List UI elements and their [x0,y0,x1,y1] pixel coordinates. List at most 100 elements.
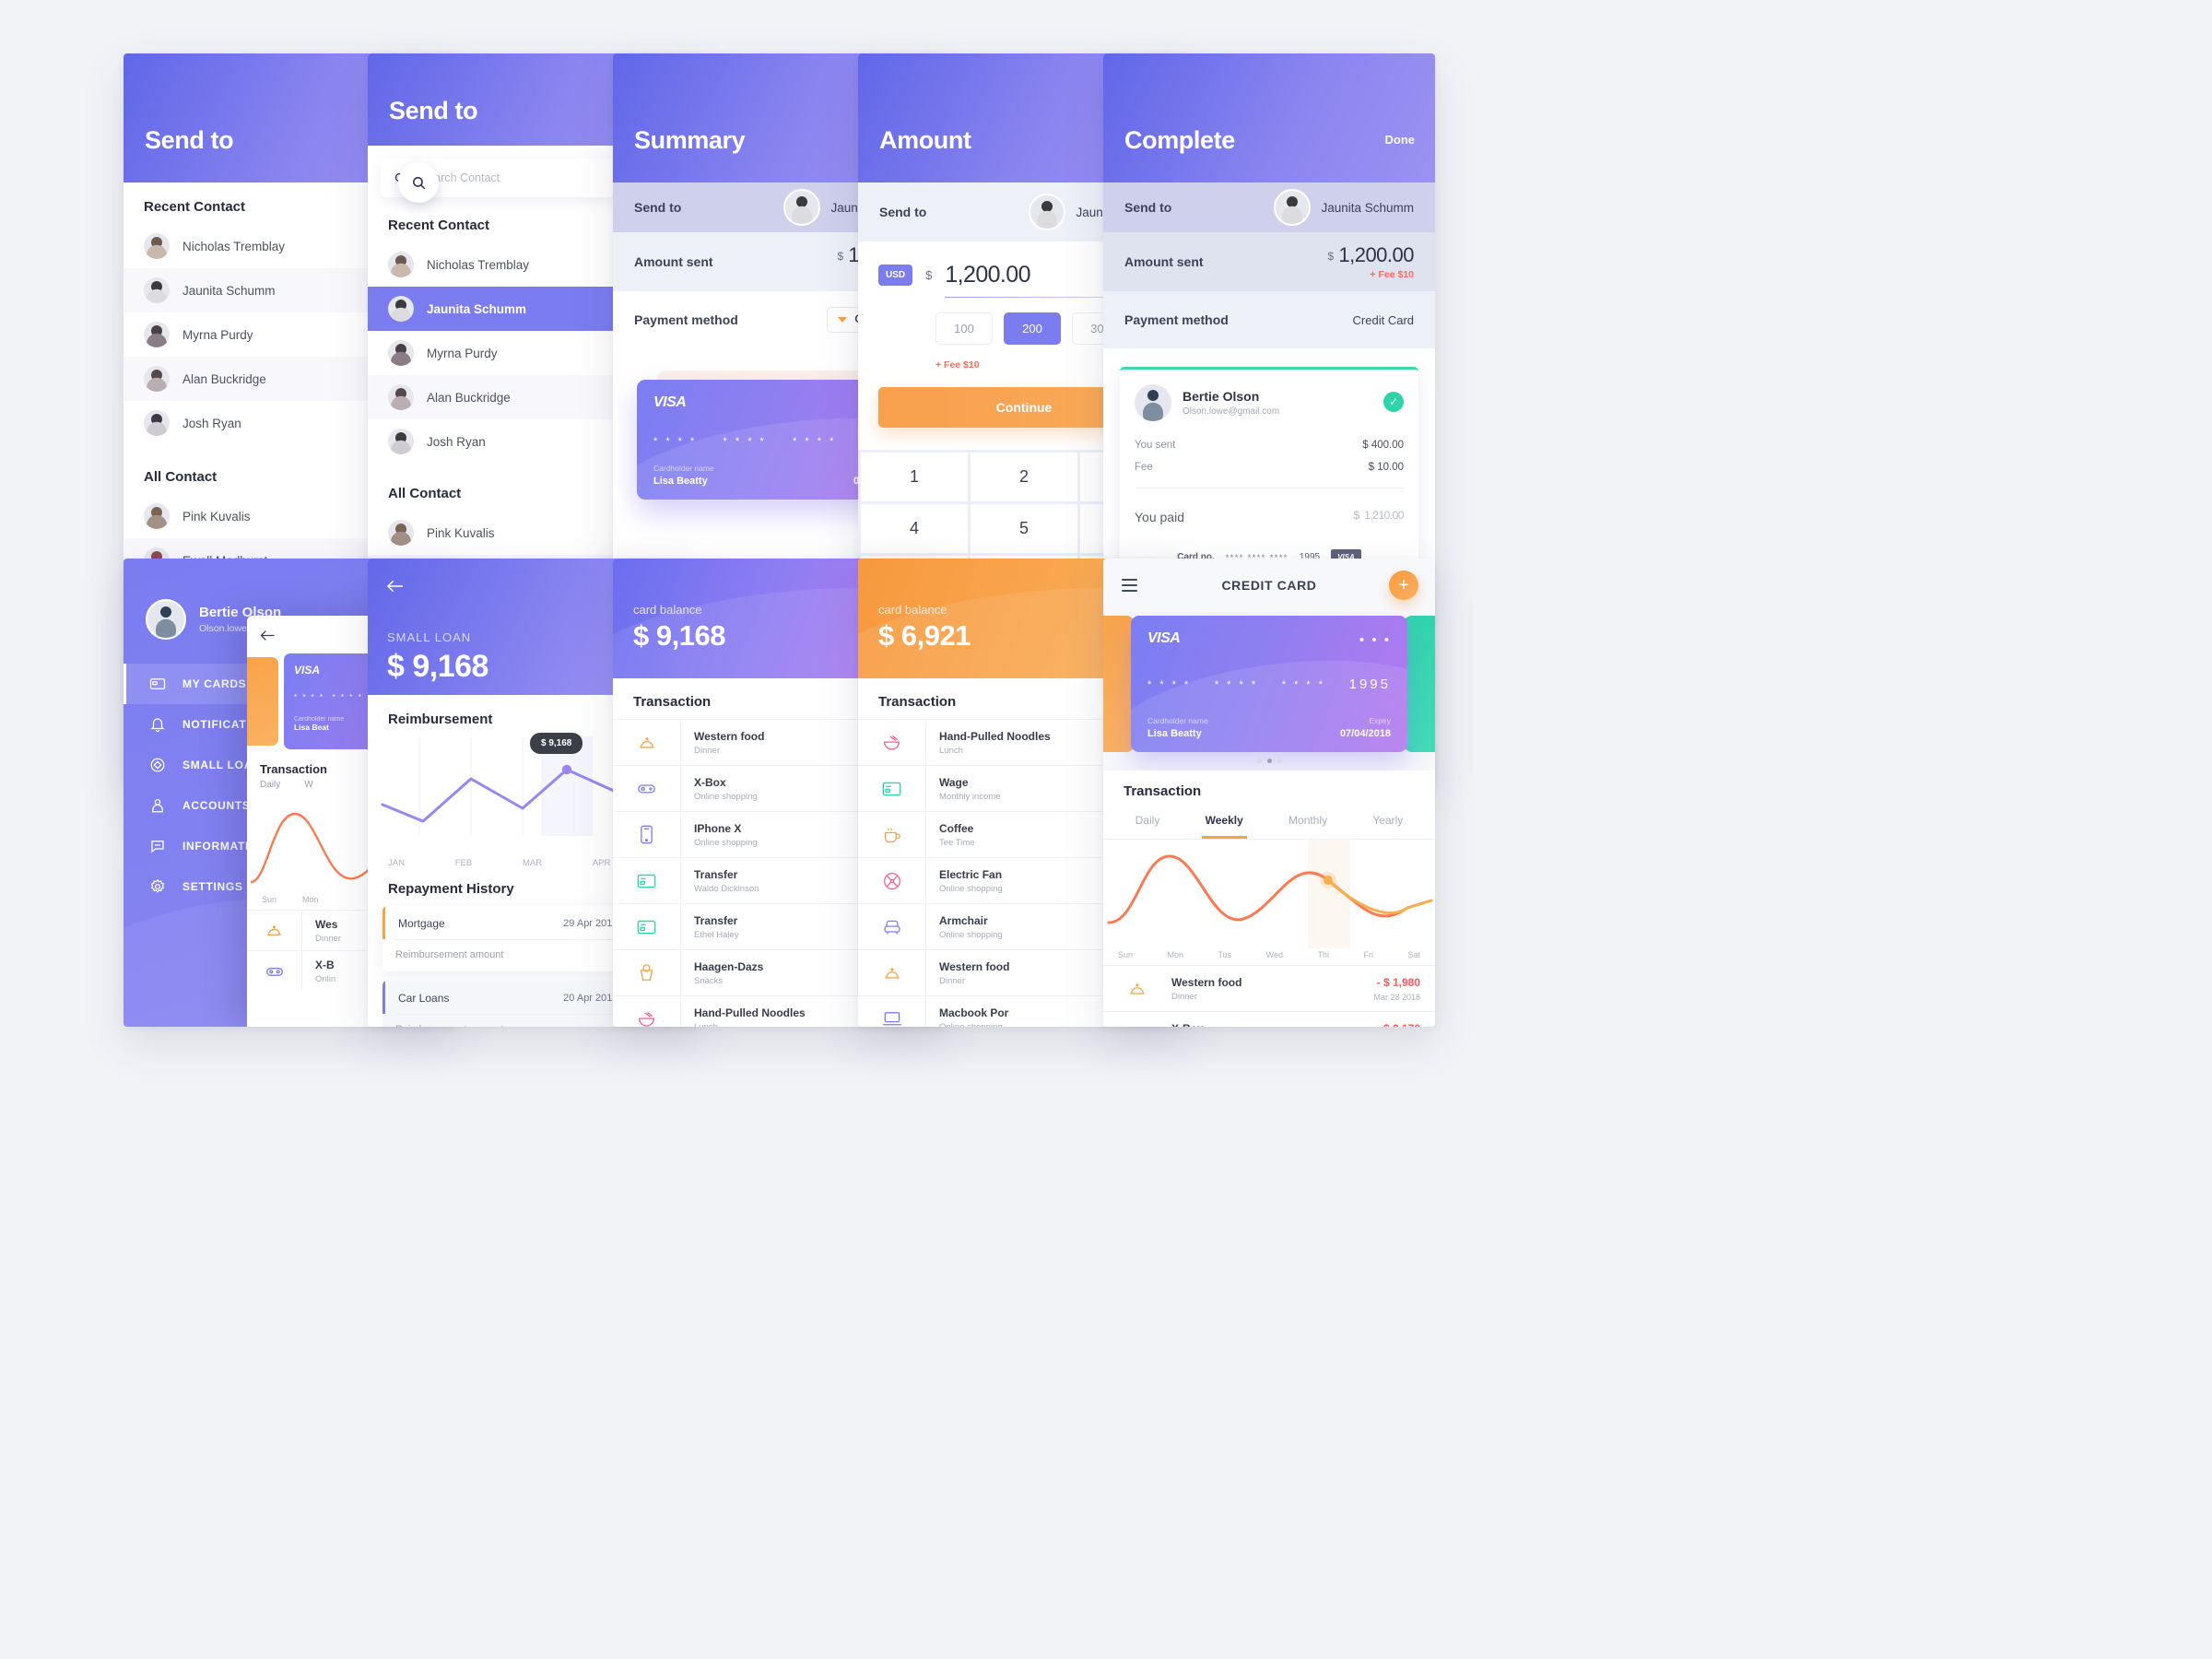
tx-name: X-Box [1171,1022,1373,1028]
card-icon [149,678,166,689]
noodles-icon [638,1011,655,1027]
x-tick: Sun [1118,950,1134,959]
repayment-date: 29 Apr 2018 [563,918,618,929]
done-button[interactable]: Done [1385,133,1416,147]
icecream-icon [640,964,653,981]
gear-icon [150,878,165,893]
key-1[interactable]: 1 [861,453,968,501]
back-arrow-icon [386,580,403,593]
avatar [388,429,414,454]
carousel-card-orange[interactable] [1103,616,1135,752]
fee-note: + Fee $10 [1370,269,1414,280]
tx-name: X-Box [694,775,726,789]
x-tick: MAR [522,858,543,868]
amount-input[interactable]: 1,200.00 [945,262,1030,288]
table-row[interactable]: X-BoxOnline shopping- $ 3,170Mar 28 2018 [1103,1011,1435,1027]
card-mask-group: * * * * [793,435,837,447]
tx-sub: Dinner [939,975,965,986]
gamepad-icon [1128,1025,1147,1027]
table-row[interactable]: Western food Dinner - $ 1,980 Mar 28 2018 [1103,965,1435,1011]
contact-name: Josh Ryan [427,434,486,449]
card-mask-group: * * * * [1214,678,1259,690]
tx-sub: Online shopping [939,929,1003,940]
carousel-dots[interactable] [1103,759,1435,763]
search-fab-button[interactable] [398,162,439,203]
expiry-label: Expiry [1369,716,1391,725]
send-to-label: Send to [634,200,682,215]
hamburger-icon[interactable] [1122,575,1137,595]
page-title: Send to [389,97,478,124]
tx-sub: Tee Time [939,837,975,848]
avatar [144,233,170,259]
contact-name: Myrna Purdy [427,346,498,360]
tx-sub: Ethel Haley [694,929,739,940]
receipt-user: Bertie Olson Olson.lowe@gmail.com ✓ [1120,370,1418,434]
key-4[interactable]: 4 [861,504,968,553]
receipt-line-fee: Fee $ 10.00 [1120,456,1418,478]
expiry-value: 07/04/2018 [1339,728,1391,739]
peek-period-daily[interactable]: Daily [260,780,280,790]
tab-yearly[interactable]: Yearly [1369,806,1406,839]
payment-method-value: Credit Card [1352,312,1414,327]
avatar [388,252,414,277]
you-sent-value: $ 400.00 [1362,440,1404,451]
sidebar-item-label: SETTINGS [182,880,243,893]
add-card-button[interactable]: + [1389,571,1418,600]
chart-tooltip: $ 9,168 [530,733,583,754]
screen-credit-card: CREDIT CARD + VISA • • • * * * * * * * *… [1103,559,1435,1027]
tab-daily[interactable]: Daily [1132,806,1164,839]
payment-method-label: Payment method [634,312,738,327]
quick-amount-100[interactable]: 100 [935,312,993,345]
tx-sub: Online shopping [939,1021,1003,1028]
tx-name: Haagen-Dazs [694,959,764,973]
contact-name: Nicholas Tremblay [182,239,286,253]
avatar [144,277,170,303]
x-tick: Thi [1317,950,1329,959]
contact-name: Alan Buckridge [427,390,511,405]
card-carousel[interactable]: VISA • • • * * * * * * * * * * * * 1995 … [1103,612,1435,771]
quick-amount-200[interactable]: 200 [1004,312,1061,345]
payment-method-label: Payment method [1124,312,1229,327]
avatar [388,520,414,546]
fee-value: $ 10.00 [1368,462,1404,473]
repayment-amount-label: Reimbursement amount [395,1024,503,1027]
x-tick: Fri [1363,950,1373,959]
tx-name: Coffee [939,821,974,835]
avatar [1029,194,1066,230]
search-icon [412,176,425,189]
sidebar-item-label: ACCOUNTS [182,799,251,812]
balance-value: $ 9,168 [633,619,725,652]
weekly-chart: Sun Mon Tus Wed Thi Fri Sat [1103,840,1435,959]
avatar [1274,189,1312,226]
back-button[interactable] [386,579,405,594]
carousel-card-active[interactable]: VISA • • • * * * * * * * * * * * * 1995 … [1131,616,1407,752]
tab-weekly[interactable]: Weekly [1201,806,1247,839]
tx-amount: - $ 3,170 [1373,1022,1420,1028]
card-icon [637,920,656,934]
key-2[interactable]: 2 [971,453,1077,501]
tx-amount: - $ 1,980 [1376,975,1420,989]
key-5[interactable]: 5 [971,504,1077,553]
avatar [144,366,170,392]
avatar [144,503,170,529]
tx-name: Western food [1171,975,1242,989]
card-menu-icon[interactable]: • • • [1359,632,1391,648]
tab-monthly[interactable]: Monthly [1285,806,1331,839]
card-icon [637,874,656,888]
tx-sub: Online shopping [694,837,758,848]
repayment-date: 20 Apr 2018 [563,993,618,1004]
send-to-label: Send to [879,205,927,219]
tx-name: IPhone X [694,821,742,835]
cardholder-name: Lisa Beatty [1147,728,1202,739]
tx-name: Transfer [694,867,738,881]
repayment-name: Mortgage [398,917,445,930]
carousel-card-green[interactable] [1404,616,1435,752]
currency-chip[interactable]: USD [878,265,913,286]
receipt-line-sent: You sent $ 400.00 [1120,434,1418,456]
card-mask-group: * * * * [653,435,698,447]
transaction-title: Transaction [1124,783,1202,799]
page-title: Amount [879,126,971,154]
cardholder-name: Lisa Beatty [653,476,708,487]
food-dome-icon [267,925,281,935]
avatar [388,296,414,322]
